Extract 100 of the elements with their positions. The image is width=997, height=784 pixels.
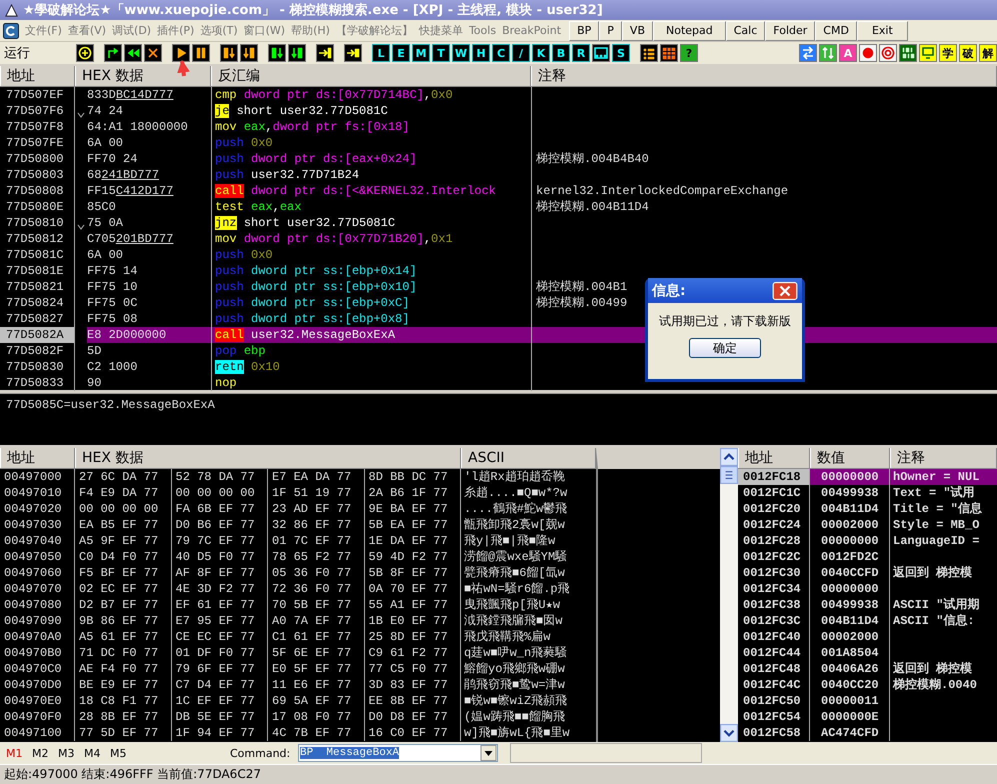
instruction-cell: push 0x0: [212, 135, 532, 151]
restart-icon[interactable]: [104, 44, 122, 62]
hex-cell: 05 36 F0 77: [268, 565, 364, 581]
close-icon[interactable]: [770, 282, 800, 300]
hex-cell: 28 8B EF 77: [75, 709, 172, 725]
swap-icon[interactable]: [799, 44, 817, 62]
menu-item[interactable]: BreakPoint: [502, 24, 562, 37]
return-icon[interactable]: [316, 44, 334, 62]
toolbar-button[interactable]: E: [392, 44, 410, 62]
toolbar-button[interactable]: T: [432, 44, 450, 62]
memory-tab[interactable]: M1: [6, 746, 32, 760]
play-icon[interactable]: [172, 44, 190, 62]
toolbar-button[interactable]: H: [472, 44, 490, 62]
trace-into-icon[interactable]: [268, 44, 286, 62]
scroll-thumb-icon[interactable]: [720, 466, 738, 484]
toolbar-button[interactable]: 破: [959, 44, 977, 62]
toolbar-button[interactable]: K: [532, 44, 550, 62]
plus-icon[interactable]: [76, 44, 94, 62]
toolbar-button[interactable]: 解: [979, 44, 997, 62]
goto-icon[interactable]: [344, 44, 362, 62]
memory-tab[interactable]: M5: [110, 746, 136, 760]
list-icon[interactable]: [640, 44, 658, 62]
tool-button[interactable]: P: [599, 20, 622, 40]
scroll-down-icon[interactable]: [720, 724, 738, 742]
menu-item[interactable]: 帮助(H): [291, 23, 330, 38]
toolbar-button[interactable]: 学: [939, 44, 957, 62]
monitor-icon[interactable]: [919, 44, 937, 62]
toolbar-button[interactable]: S: [612, 44, 630, 62]
dropdown-icon[interactable]: [480, 745, 497, 761]
tool-button[interactable]: Notepad: [653, 20, 726, 40]
menu-item[interactable]: 窗口(W): [244, 23, 286, 38]
toolbar-button[interactable]: ?: [680, 44, 698, 62]
trace-over-icon[interactable]: [288, 44, 306, 62]
grid-icon[interactable]: [660, 44, 678, 62]
toolbar-button[interactable]: C: [492, 44, 510, 62]
column-header[interactable]: 数值: [810, 448, 890, 468]
command-field[interactable]: BP MessageBoxA: [298, 744, 498, 762]
ok-button[interactable]: 确定: [689, 338, 761, 358]
record-icon[interactable]: [859, 44, 877, 62]
column-header[interactable]: HEX 数据: [75, 448, 461, 468]
toolbar-button[interactable]: /: [512, 44, 530, 62]
instruction-cell: cmp dword ptr ds:[0x77D714BC],0x0: [212, 87, 532, 103]
hex-cell: 59 4D F2 77: [364, 549, 461, 565]
ascii-cell-text: 甓飛瘠飛■6餾[氙w: [463, 565, 566, 581]
toolbar-button[interactable]: L: [372, 44, 390, 62]
hex-cell: 79 6F EF 77: [172, 661, 268, 677]
hex-cell: 18 C8 F1 77: [75, 693, 172, 709]
tool-button[interactable]: Exit: [856, 20, 908, 40]
hex-cell: 32 86 EF 77: [268, 517, 364, 533]
column-header[interactable]: 地址: [0, 66, 75, 86]
scroll-up-icon[interactable]: [720, 448, 738, 466]
address-cell: 77D50821: [0, 279, 75, 295]
tool-button[interactable]: Calc: [726, 20, 766, 40]
hex-cell: 0A 70 EF 77: [364, 581, 461, 597]
step-over-icon[interactable]: [240, 44, 258, 62]
menu-item[interactable]: 【学破解论坛】: [336, 23, 413, 38]
menu-item[interactable]: 快捷菜单: [418, 23, 463, 38]
menu-item[interactable]: 查看(V): [68, 23, 106, 38]
menu-item[interactable]: 插件(P): [157, 23, 194, 38]
scroll-bar[interactable]: [720, 448, 738, 742]
column-header[interactable]: 地址: [738, 448, 810, 468]
close-icon[interactable]: [144, 44, 162, 62]
toolbar-button[interactable]: M: [412, 44, 430, 62]
instruction-cell: push dword ptr ss:[ebp+0x14]: [212, 263, 532, 279]
tool-button[interactable]: VB: [622, 20, 653, 40]
address-cell: 004970D0: [0, 677, 75, 693]
column-header[interactable]: 注释: [531, 66, 997, 86]
value-cell: 00000000: [810, 469, 890, 485]
tool-button[interactable]: CMD: [815, 20, 857, 40]
toolbar-button[interactable]: R: [572, 44, 590, 62]
column-header[interactable]: HEX 数据: [75, 66, 211, 86]
toolbar-button[interactable]: A: [839, 44, 857, 62]
tool-button[interactable]: BP: [569, 20, 600, 40]
memory-tab[interactable]: M2: [32, 746, 58, 760]
menu-item[interactable]: 调试(D): [112, 23, 152, 38]
toolbar-button[interactable]: W: [452, 44, 470, 62]
menu-item[interactable]: Tools: [468, 24, 496, 37]
address-cell: 77D507EF: [0, 87, 75, 103]
address-cell: 77D5081E: [0, 263, 75, 279]
target-icon[interactable]: [879, 44, 897, 62]
column-header[interactable]: 地址: [0, 448, 75, 468]
step-into-icon[interactable]: [220, 44, 238, 62]
column-header[interactable]: 反汇编: [211, 66, 531, 86]
hex-cell: C0 D4 F0 77: [75, 549, 172, 565]
up-down-arrows-icon[interactable]: [819, 44, 837, 62]
rewind-icon[interactable]: [124, 44, 142, 62]
hex-cell: 02 EC EF 77: [75, 581, 172, 597]
dots-icon[interactable]: [592, 44, 610, 62]
hex-cell: FF75 10: [87, 279, 212, 295]
tool-button[interactable]: Folder: [765, 20, 816, 40]
menu-item[interactable]: 选项(T): [200, 23, 238, 38]
menu-item[interactable]: 文件(F): [25, 23, 62, 38]
jump-caret-icon: [77, 112, 85, 118]
toolbar-button[interactable]: B: [552, 44, 570, 62]
memory-tab[interactable]: M3: [58, 746, 84, 760]
column-header[interactable]: 注释: [890, 448, 997, 468]
hex-cell: FF75 0C: [87, 295, 212, 311]
memory-tab[interactable]: M4: [84, 746, 110, 760]
pause-icon[interactable]: [192, 44, 210, 62]
binary-icon[interactable]: [899, 44, 917, 62]
